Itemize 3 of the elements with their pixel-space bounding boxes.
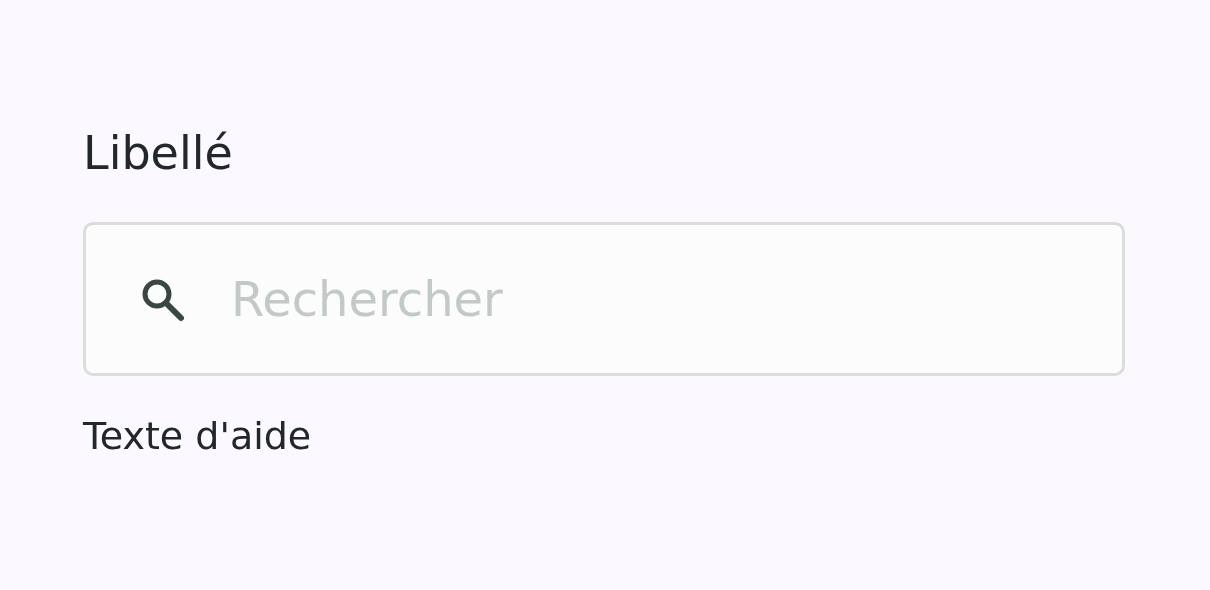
field-label: Libellé	[83, 125, 233, 182]
search-field[interactable]: Rechercher	[83, 222, 1125, 376]
helper-text: Texte d'aide	[83, 414, 312, 458]
